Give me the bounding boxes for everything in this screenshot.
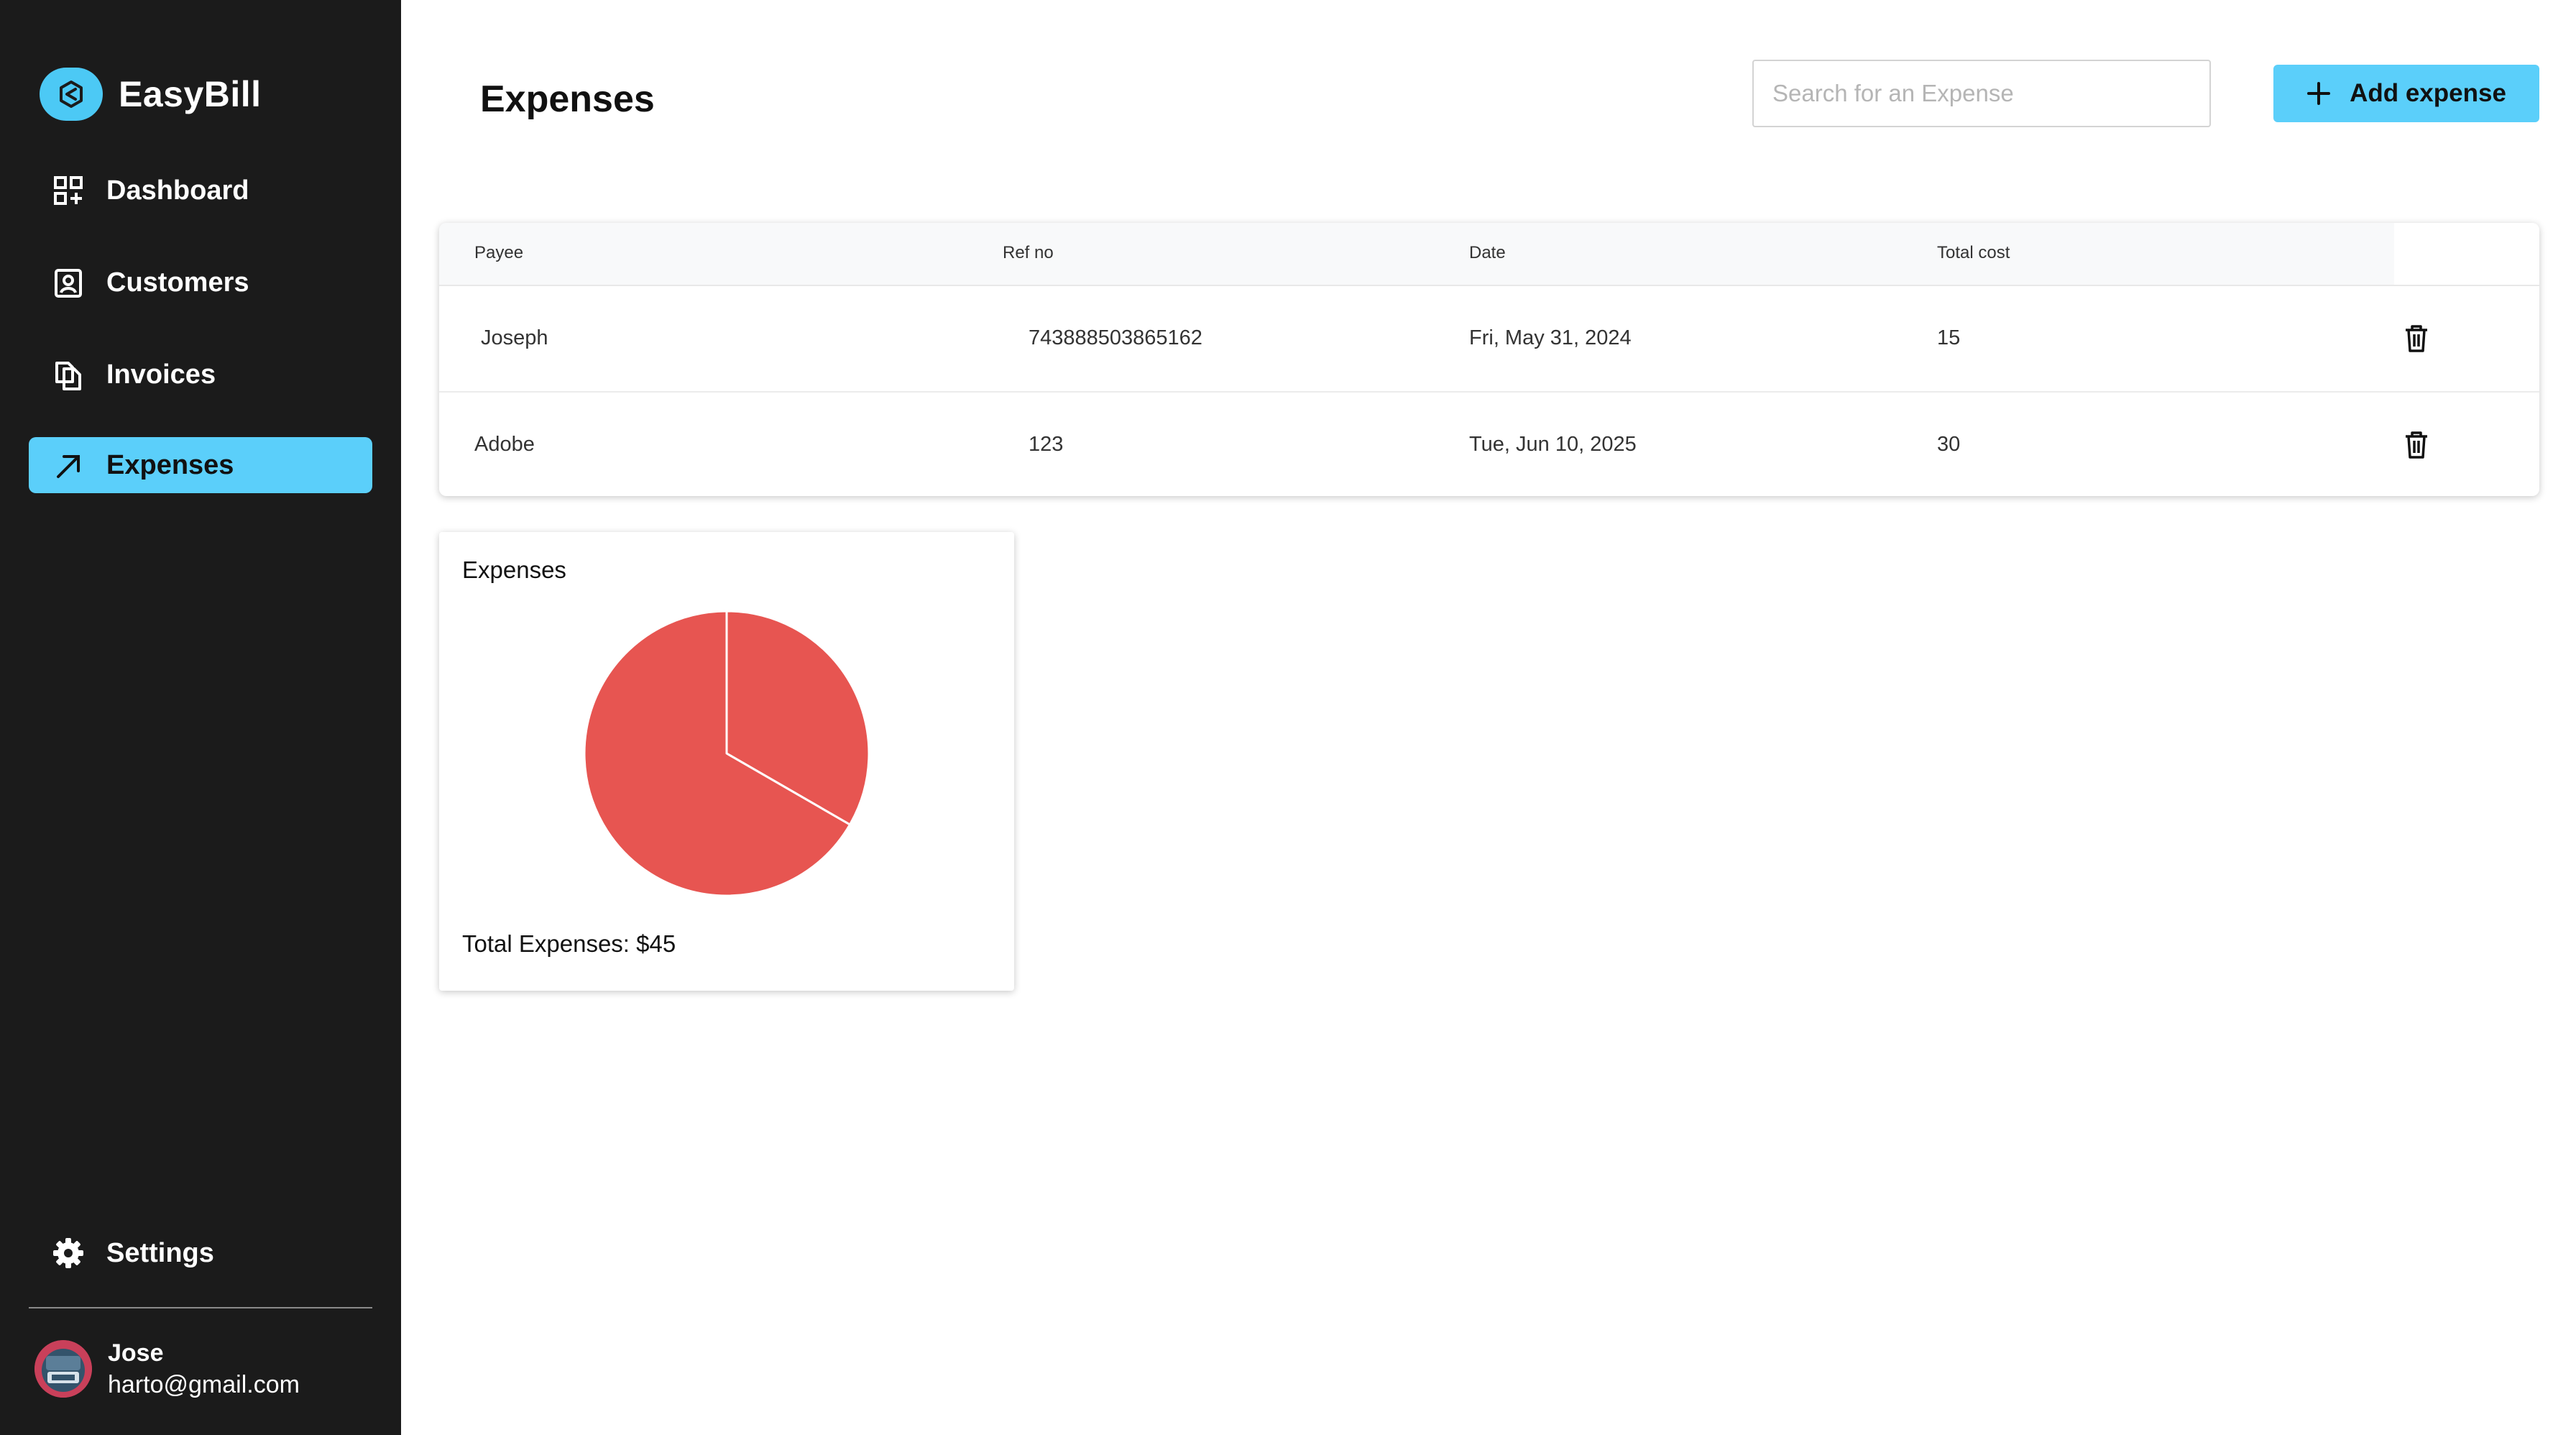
sidebar-item-label: Settings xyxy=(106,1237,214,1268)
table-row[interactable]: Adobe 123 Tue, Jun 10, 2025 30 xyxy=(439,394,2539,496)
chart-total-expenses: Total Expenses: $45 xyxy=(462,930,676,957)
cell-payee: Adobe xyxy=(474,433,535,456)
expenses-chart-card: Expenses Total Expenses: $45 xyxy=(439,532,1014,991)
sidebar-item-label: Invoices xyxy=(106,359,216,390)
customer-badge-icon xyxy=(52,266,85,299)
sidebar-item-label: Expenses xyxy=(106,449,234,480)
sidebar-item-settings[interactable]: Settings xyxy=(29,1225,372,1281)
brand-name: EasyBill xyxy=(119,74,262,114)
user-profile[interactable]: Jose harto@gmail.com xyxy=(34,1337,300,1400)
cell-total-cost: 30 xyxy=(1937,433,1961,456)
dashboard-grid-icon xyxy=(52,174,85,207)
avatar xyxy=(34,1340,92,1398)
cell-total-cost: 15 xyxy=(1937,326,1961,349)
cell-date: Fri, May 31, 2024 xyxy=(1469,326,1632,349)
column-header-ref-no[interactable]: Ref no xyxy=(1003,243,1054,263)
delete-trash-icon[interactable] xyxy=(2401,427,2432,463)
cell-date: Tue, Jun 10, 2025 xyxy=(1469,433,1637,456)
user-email: harto@gmail.com xyxy=(108,1371,300,1398)
sidebar: EasyBill Dashboard Customers Invoices Ex… xyxy=(0,0,401,1435)
sidebar-item-label: Customers xyxy=(106,267,249,298)
user-info: Jose harto@gmail.com xyxy=(108,1337,300,1400)
gear-icon xyxy=(52,1237,85,1270)
sidebar-item-expenses[interactable]: Expenses xyxy=(29,437,372,493)
brand[interactable]: EasyBill xyxy=(40,68,262,121)
plus-icon xyxy=(2306,81,2331,106)
table-header: Payee Ref no Date Total cost xyxy=(439,223,2394,286)
cell-ref-no: 743888503865162 xyxy=(1029,326,1202,349)
column-header-date[interactable]: Date xyxy=(1469,243,1506,263)
search-input[interactable] xyxy=(1752,60,2211,127)
app-root: EasyBill Dashboard Customers Invoices Ex… xyxy=(0,0,2576,1435)
table-row[interactable]: Joseph 743888503865162 Fri, May 31, 2024… xyxy=(439,288,2539,393)
delete-trash-icon[interactable] xyxy=(2401,321,2432,357)
sidebar-item-dashboard[interactable]: Dashboard xyxy=(29,162,372,219)
brand-logo-icon xyxy=(40,68,103,121)
cell-ref-no: 123 xyxy=(1029,433,1064,456)
column-header-payee[interactable]: Payee xyxy=(474,243,523,263)
expenses-table: Payee Ref no Date Total cost Joseph 7438… xyxy=(439,223,2539,496)
documents-copy-icon xyxy=(52,358,85,391)
page-title: Expenses xyxy=(480,78,655,120)
chart-title: Expenses xyxy=(462,556,566,583)
table-header-actions xyxy=(2394,223,2539,286)
sidebar-divider xyxy=(29,1307,372,1308)
add-expense-button[interactable]: Add expense xyxy=(2273,65,2539,122)
user-name: Jose xyxy=(108,1339,164,1367)
sidebar-item-label: Dashboard xyxy=(106,175,249,206)
sidebar-item-invoices[interactable]: Invoices xyxy=(29,347,372,403)
add-expense-label: Add expense xyxy=(2350,79,2506,107)
expenses-pie-chart xyxy=(583,610,870,897)
column-header-total-cost[interactable]: Total cost xyxy=(1937,243,2010,263)
arrow-up-right-icon xyxy=(52,449,85,482)
cell-payee: Joseph xyxy=(481,326,548,349)
sidebar-item-customers[interactable]: Customers xyxy=(29,255,372,311)
